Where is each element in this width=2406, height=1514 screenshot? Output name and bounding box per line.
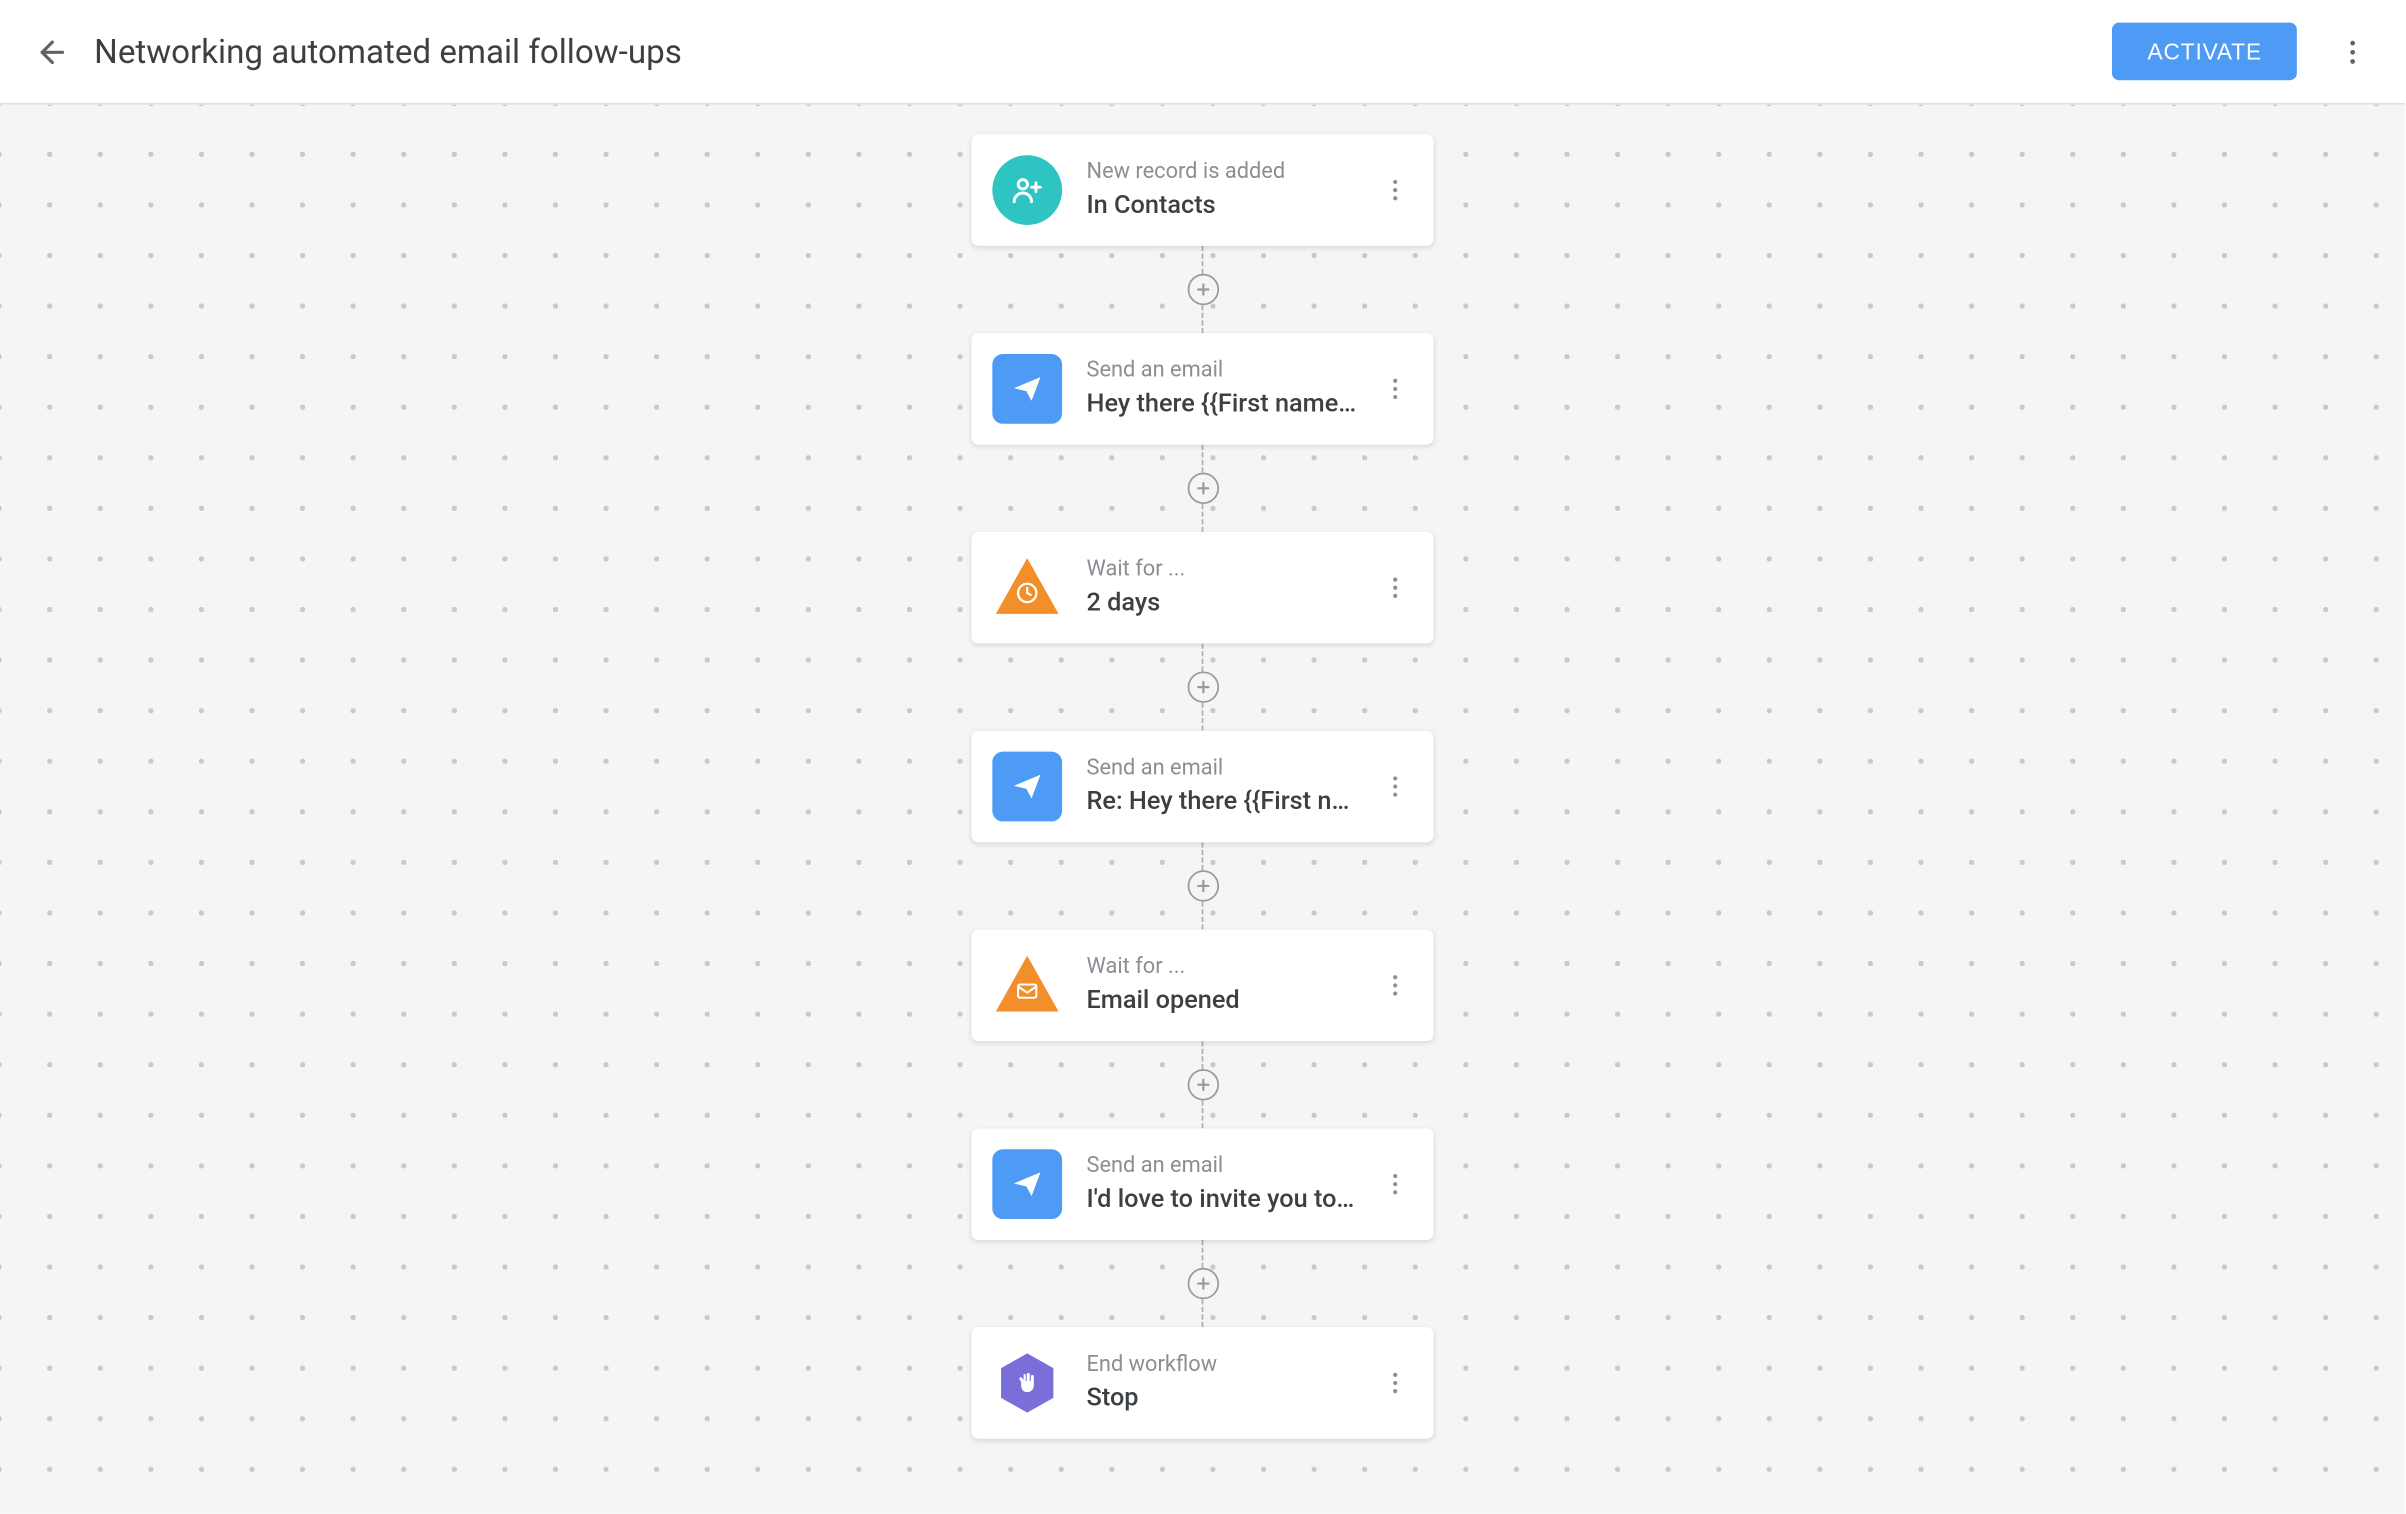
dots-vertical-icon: [1381, 971, 1409, 999]
connector-line: [1202, 1100, 1204, 1128]
add-step-button[interactable]: [1187, 1268, 1218, 1299]
node-text: Send an emailI'd love to invite you to…: [1087, 1151, 1375, 1217]
hand-icon: [992, 1348, 1062, 1418]
node-value: Email opened: [1087, 983, 1375, 1018]
node-value: Re: Hey there {{First n…: [1087, 784, 1375, 819]
workflow-node[interactable]: End workflowStop: [971, 1327, 1433, 1439]
connector-line: [1202, 644, 1204, 672]
send-icon: [992, 354, 1062, 424]
workflow-node[interactable]: Send an emailI'd love to invite you to…: [971, 1128, 1433, 1240]
clock-icon: [992, 553, 1062, 623]
header-more-button[interactable]: [2328, 27, 2377, 76]
node-label: Wait for ...: [1087, 952, 1375, 983]
node-more-button[interactable]: [1374, 368, 1416, 410]
connector: [1187, 644, 1218, 731]
node-value: In Contacts: [1087, 188, 1375, 223]
plus-icon: [1194, 877, 1211, 894]
connector-line: [1202, 1240, 1204, 1268]
connector-line: [1202, 305, 1204, 333]
connector: [1187, 1041, 1218, 1128]
node-value: Stop: [1087, 1381, 1375, 1416]
connector-line: [1202, 445, 1204, 473]
add-step-button[interactable]: [1187, 473, 1218, 504]
connector: [1187, 1240, 1218, 1327]
node-label: Wait for ...: [1087, 555, 1375, 586]
page-title: Networking automated email follow-ups: [94, 31, 2112, 71]
node-more-button[interactable]: [1374, 1163, 1416, 1205]
plus-icon: [1194, 1076, 1211, 1093]
dots-vertical-icon: [1381, 574, 1409, 602]
send-icon: [992, 752, 1062, 822]
node-label: New record is added: [1087, 157, 1375, 188]
node-more-button[interactable]: [1374, 964, 1416, 1006]
connector: [1187, 246, 1218, 333]
dots-vertical-icon: [2337, 36, 2368, 67]
plus-icon: [1194, 1275, 1211, 1292]
dots-vertical-icon: [1381, 176, 1409, 204]
dots-vertical-icon: [1381, 375, 1409, 403]
workflow-canvas[interactable]: New record is addedIn Contacts Send an em…: [0, 105, 2405, 1514]
connector: [1187, 842, 1218, 929]
node-value: I'd love to invite you to…: [1087, 1182, 1375, 1217]
node-text: Send an emailHey there {{First name…: [1087, 356, 1375, 422]
workflow-node[interactable]: Wait for ...2 days: [971, 532, 1433, 644]
connector: [1187, 445, 1218, 532]
node-more-button[interactable]: [1374, 1362, 1416, 1404]
node-value: Hey there {{First name…: [1087, 386, 1375, 421]
add-step-button[interactable]: [1187, 274, 1218, 305]
add-step-button[interactable]: [1187, 1069, 1218, 1100]
dots-vertical-icon: [1381, 1369, 1409, 1397]
node-more-button[interactable]: [1374, 169, 1416, 211]
connector-line: [1202, 703, 1204, 731]
node-more-button[interactable]: [1374, 567, 1416, 609]
connector-line: [1202, 1041, 1204, 1069]
node-value: 2 days: [1087, 585, 1375, 620]
arrow-left-icon: [35, 34, 70, 69]
node-more-button[interactable]: [1374, 766, 1416, 808]
activate-button[interactable]: ACTIVATE: [2113, 23, 2297, 81]
dots-vertical-icon: [1381, 1170, 1409, 1198]
workflow-node[interactable]: Wait for ...Email opened: [971, 930, 1433, 1042]
connector-line: [1202, 1299, 1204, 1327]
workflow-node[interactable]: New record is addedIn Contacts: [971, 134, 1433, 246]
send-icon: [992, 1149, 1062, 1219]
workflow-node[interactable]: Send an emailHey there {{First name…: [971, 333, 1433, 445]
connector-line: [1202, 504, 1204, 532]
node-text: Wait for ...2 days: [1087, 555, 1375, 621]
plus-icon: [1194, 281, 1211, 298]
header: Networking automated email follow-ups AC…: [0, 0, 2405, 105]
person-add-icon: [992, 155, 1062, 225]
plus-icon: [1194, 480, 1211, 497]
add-step-button[interactable]: [1187, 671, 1218, 702]
node-label: Send an email: [1087, 356, 1375, 387]
node-label: Send an email: [1087, 1151, 1375, 1182]
node-text: Send an emailRe: Hey there {{First n…: [1087, 754, 1375, 820]
plus-icon: [1194, 678, 1211, 695]
dots-vertical-icon: [1381, 773, 1409, 801]
workflow-node[interactable]: Send an emailRe: Hey there {{First n…: [971, 731, 1433, 843]
node-label: Send an email: [1087, 754, 1375, 785]
add-step-button[interactable]: [1187, 870, 1218, 901]
node-text: Wait for ...Email opened: [1087, 952, 1375, 1018]
node-label: End workflow: [1087, 1350, 1375, 1381]
node-text: End workflowStop: [1087, 1350, 1375, 1416]
back-button[interactable]: [28, 27, 77, 76]
connector-line: [1202, 842, 1204, 870]
connector-line: [1202, 902, 1204, 930]
connector-line: [1202, 246, 1204, 274]
mail-icon: [992, 950, 1062, 1020]
node-text: New record is addedIn Contacts: [1087, 157, 1375, 223]
